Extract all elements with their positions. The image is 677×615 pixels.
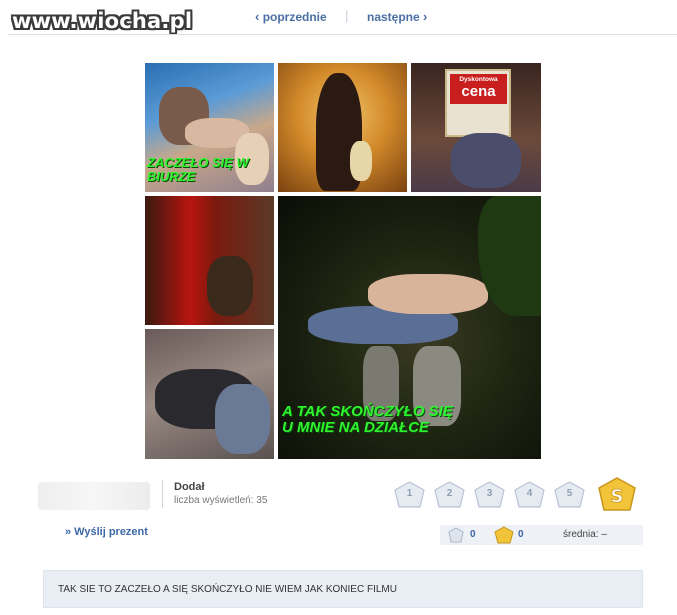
star-value: 5 <box>566 488 573 499</box>
photo-office-couple: ZACZEŁO SIĘ W BIURZE <box>145 63 274 192</box>
photo-figure <box>207 256 253 316</box>
description-text: TAK SIE TO ZACZEŁO A SIĘ SKOŃCZYŁO NIE W… <box>58 584 397 595</box>
site-logo[interactable]: www.wiocha.pl <box>12 9 192 33</box>
photo-bag <box>350 141 372 181</box>
super-small-icon <box>494 526 514 544</box>
rate-star-3[interactable]: 3 <box>473 481 506 508</box>
caption-start: ZACZEŁO SIĘ W BIURZE <box>147 155 249 184</box>
nav-separator: | <box>345 8 349 23</box>
photo-figure <box>215 384 270 454</box>
header-divider <box>8 34 677 35</box>
chevron-left-icon: ‹ <box>255 9 260 24</box>
author-divider <box>162 480 163 508</box>
sign-line2: cena <box>461 83 496 100</box>
photo-woman <box>278 63 407 192</box>
author-avatar[interactable] <box>38 482 150 510</box>
super-badge-icon[interactable]: S <box>597 476 637 512</box>
next-label: następne <box>367 10 420 24</box>
super-count: 0 <box>518 529 524 540</box>
rate-star-2[interactable]: 2 <box>433 481 466 508</box>
photo-store-sign: Dyskontowa cena <box>411 63 541 192</box>
post-image[interactable]: ZACZEŁO SIĘ W BIURZE Dyskontowa cena A T… <box>145 63 541 459</box>
rate-star-1[interactable]: 1 <box>393 481 426 508</box>
sign-header: Dyskontowa cena <box>450 74 507 104</box>
rate-star-5[interactable]: 5 <box>553 481 586 508</box>
caption-end: A TAK SKOŃCZYŁO SIĘ U MNIE NA DZIAŁCE <box>282 403 453 436</box>
added-by-label: Dodał <box>174 481 205 493</box>
star-value: 1 <box>406 488 413 499</box>
view-count: liczba wyświetleń: 35 <box>174 495 268 506</box>
photo-vending-machine <box>145 196 274 325</box>
star-value: 3 <box>486 488 493 499</box>
star-value: 4 <box>526 488 533 499</box>
description-box: TAK SIE TO ZACZEŁO A SIĘ SKOŃCZYŁO NIE W… <box>43 570 643 608</box>
chevron-right-icon: › <box>423 9 428 24</box>
photo-figure <box>368 274 488 314</box>
rate-star-4[interactable]: 4 <box>513 481 546 508</box>
photo-garden-night: A TAK SKOŃCZYŁO SIĘ U MNIE NA DZIAŁCE <box>278 196 541 459</box>
send-gift-link[interactable]: » Wyślij prezent <box>65 526 148 538</box>
svg-text:S: S <box>611 486 624 507</box>
photo-men-floor <box>145 329 274 459</box>
store-sign: Dyskontowa cena <box>445 69 511 137</box>
next-link[interactable]: następne › <box>367 9 427 24</box>
star-count: 0 <box>470 529 476 540</box>
photo-figure <box>451 133 521 188</box>
super-icon: S <box>598 477 636 511</box>
star-outline-icon <box>448 527 464 543</box>
sign-line1: Dyskontowa <box>459 76 498 83</box>
previous-link[interactable]: ‹ poprzednie <box>255 9 327 24</box>
star-value: 2 <box>446 488 453 499</box>
previous-label: poprzednie <box>262 10 327 24</box>
average-rating: średnia: – <box>563 529 607 540</box>
